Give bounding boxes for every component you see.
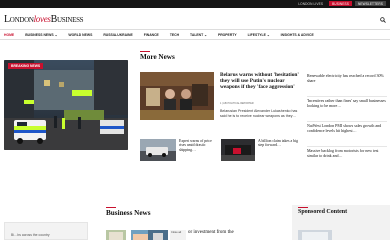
featured-meta: 1 | LBI POLITICAL REPORTER <box>220 102 254 105</box>
featured-summary: Belarusian President Alexander Lukashenk… <box>220 109 298 118</box>
small-story-thumbnail-1[interactable] <box>140 139 176 161</box>
nav-russia-ukraine[interactable]: Russia-Ukraine <box>103 33 132 37</box>
nav-home[interactable]: Home <box>4 33 14 37</box>
business-news-title: Business News <box>106 207 151 217</box>
sponsored-title: Sponsored Content <box>298 207 347 215</box>
promo-text: Bi…bs across the country <box>11 233 50 237</box>
nav-talent[interactable]: Talent ⌄ <box>190 33 207 37</box>
more-news-title-text: More News <box>140 53 175 62</box>
section-accent-bar <box>298 207 308 209</box>
breaking-news-badge: Breaking News <box>8 63 44 70</box>
nav-finance[interactable]: Finance <box>144 33 159 37</box>
sponsored-title-text: Sponsored Content <box>298 209 348 216</box>
section-accent-bar <box>140 51 150 53</box>
more-news-title: More News <box>140 51 175 61</box>
section-accent-bar <box>106 207 116 209</box>
business-news-title-text: Business News <box>106 209 151 218</box>
utility-link-newsletters[interactable]: Newsletters <box>354 1 386 6</box>
promo-box[interactable]: Bi…bs across the country <box>4 222 88 240</box>
utility-link-business[interactable]: Business <box>329 1 352 6</box>
list-item[interactable]: NatWest London PMI shows sales growth an… <box>307 122 387 147</box>
business-thumbnail-3[interactable] <box>148 230 168 240</box>
featured-thumbnail[interactable] <box>140 72 214 120</box>
small-story-headline-1[interactable]: Expert warns of price rises amid drastic… <box>179 139 219 152</box>
nav-property[interactable]: Property <box>218 33 237 37</box>
sponsored-thumbnail[interactable] <box>298 230 332 240</box>
nav-business-news[interactable]: Business news ⌄ <box>25 33 57 37</box>
business-thumbnail-1[interactable] <box>106 230 126 240</box>
logo-part-loves: loves <box>33 14 51 24</box>
main-nav: Home Business news ⌄ World news Russia-U… <box>0 30 390 40</box>
small-story-thumbnail-2[interactable] <box>221 139 255 161</box>
logo-part-business: Business <box>50 14 84 25</box>
small-story-headline-2[interactable]: A billion claim takes a big step forward… <box>258 139 302 148</box>
nav-lifestyle[interactable]: Lifestyle ⌄ <box>248 33 270 37</box>
list-item[interactable]: Renewable electricity has reached a reco… <box>307 72 387 97</box>
close-ad-tab[interactable]: Close ad <box>170 230 186 240</box>
utility-links: London Lives Business Newsletters <box>295 1 386 6</box>
business-peek-headline[interactable]: or investment from the <box>188 230 278 236</box>
search-icon[interactable] <box>380 17 386 23</box>
nav-insights-advice[interactable]: Insights & Advice <box>281 33 314 37</box>
nav-tech[interactable]: Tech <box>170 33 179 37</box>
masthead: LondonlovesBusiness <box>0 8 390 30</box>
list-item[interactable]: Massive backlog from motorists for new t… <box>307 147 387 172</box>
utility-link-london-lives[interactable]: London Lives <box>295 1 326 6</box>
list-item[interactable]: 'Incentives rather than fines' say small… <box>307 97 387 122</box>
close-ad-label: Close ad <box>171 231 182 234</box>
nav-world-news[interactable]: World news <box>68 33 92 37</box>
top-utility-bar: London Lives Business Newsletters <box>0 0 390 8</box>
logo-part-london: London <box>4 14 34 25</box>
featured-headline[interactable]: Belarus warns without 'hesitation' they … <box>220 72 302 91</box>
hero-image[interactable] <box>4 60 128 150</box>
more-news-list: Renewable electricity has reached a reco… <box>307 72 387 172</box>
site-logo[interactable]: LondonlovesBusiness <box>4 14 84 25</box>
